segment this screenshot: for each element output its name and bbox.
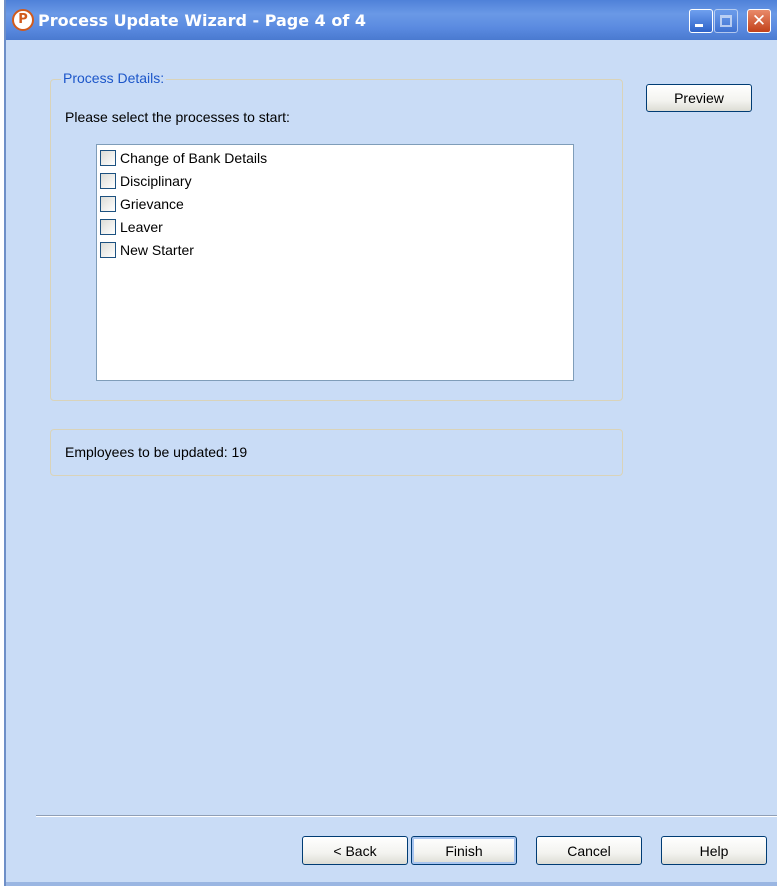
cancel-button[interactable]: Cancel [536,836,642,865]
window-bottom-border [6,882,777,886]
window-title: Process Update Wizard - Page 4 of 4 [38,11,367,30]
employees-count-text: Employees to be updated: 19 [65,444,248,460]
list-item-label: Disciplinary [120,173,192,189]
checkbox[interactable] [100,173,116,189]
list-item-label: Leaver [120,219,163,235]
back-button[interactable]: < Back [302,836,408,865]
finish-button[interactable]: Finish [411,836,517,865]
footer-divider [36,815,777,817]
process-select-prompt: Please select the processes to start: [65,109,290,125]
list-item-label: New Starter [120,242,194,258]
close-icon: ✕ [751,11,767,31]
maximize-button[interactable] [714,9,738,33]
process-checklist[interactable]: Change of Bank Details Disciplinary Grie… [96,144,574,381]
minimize-button[interactable] [689,9,713,33]
list-item-label: Grievance [120,196,184,212]
checkbox[interactable] [100,242,116,258]
process-details-group: Process Details: Please select the proce… [50,70,623,401]
list-item-leaver[interactable]: Leaver [100,216,163,238]
preview-button[interactable]: Preview [646,84,752,112]
checkbox[interactable] [100,196,116,212]
title-bar[interactable]: P Process Update Wizard - Page 4 of 4 ✕ [6,0,777,40]
help-button[interactable]: Help [661,836,767,865]
process-details-legend: Process Details: [61,70,167,86]
checkbox[interactable] [100,150,116,166]
list-item-change-of-bank-details[interactable]: Change of Bank Details [100,147,267,169]
employees-summary-group: Employees to be updated: 19 [50,429,623,476]
checkbox[interactable] [100,219,116,235]
list-item-label: Change of Bank Details [120,150,268,166]
list-item-new-starter[interactable]: New Starter [100,239,194,261]
wizard-window: P Process Update Wizard - Page 4 of 4 ✕ … [4,0,777,886]
close-button[interactable]: ✕ [747,9,771,33]
app-logo-icon: P [12,9,34,31]
list-item-disciplinary[interactable]: Disciplinary [100,170,192,192]
list-item-grievance[interactable]: Grievance [100,193,184,215]
minimize-icon [695,24,703,27]
maximize-icon [720,15,732,27]
